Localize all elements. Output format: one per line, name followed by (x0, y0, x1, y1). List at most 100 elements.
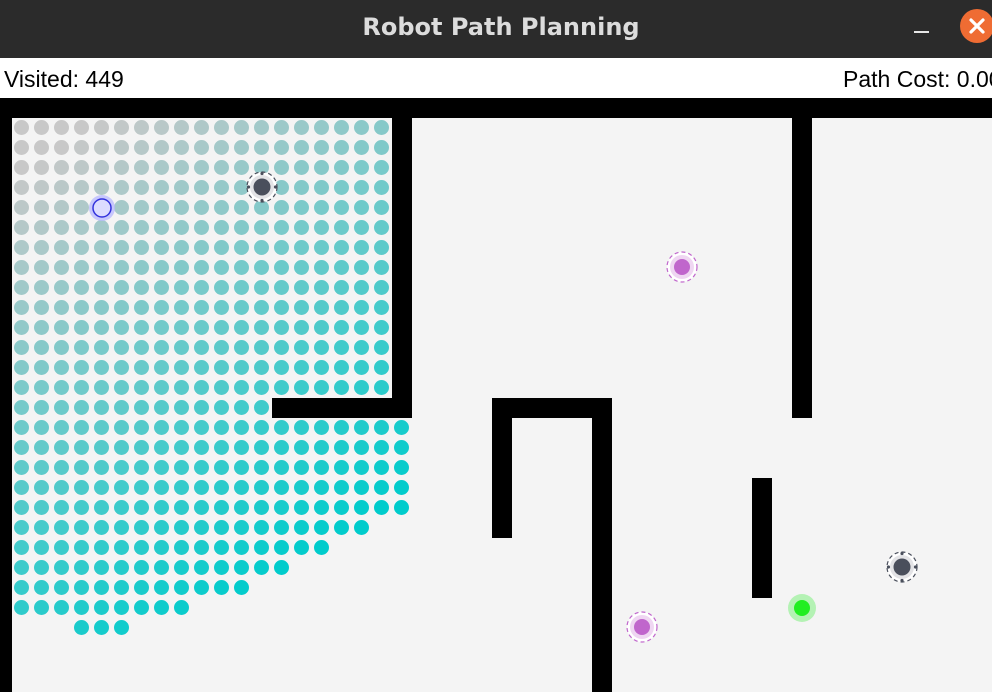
visited-node (374, 440, 389, 455)
visited-node (314, 480, 329, 495)
visited-node (174, 260, 189, 275)
visited-node (74, 460, 89, 475)
visited-node (74, 500, 89, 515)
minimize-button[interactable] (910, 14, 934, 42)
visited-node (274, 500, 289, 515)
visited-node (234, 260, 249, 275)
visited-node (54, 340, 69, 355)
wall-short-post (752, 478, 772, 598)
visited-node (114, 420, 129, 435)
visited-node (214, 320, 229, 335)
visited-node (54, 200, 69, 215)
visited-node (214, 420, 229, 435)
visited-node (134, 420, 149, 435)
visited-node (374, 300, 389, 315)
visited-node (154, 500, 169, 515)
visited-node (334, 200, 349, 215)
visited-node (114, 560, 129, 575)
visited-node (254, 520, 269, 535)
visited-node (94, 260, 109, 275)
visited-node (274, 440, 289, 455)
visited-node (114, 300, 129, 315)
visited-node (34, 140, 49, 155)
visited-node (134, 200, 149, 215)
visited-node (114, 360, 129, 375)
visited-node (214, 480, 229, 495)
visited-node (294, 240, 309, 255)
visited-node (134, 400, 149, 415)
visited-node (94, 140, 109, 155)
visited-node (354, 480, 369, 495)
visited-node (94, 400, 109, 415)
visited-node (174, 340, 189, 355)
visited-node (14, 540, 29, 555)
visited-node (394, 460, 409, 475)
visited-node (314, 140, 329, 155)
visited-node (74, 140, 89, 155)
visited-node (354, 280, 369, 295)
visited-node (154, 480, 169, 495)
visited-node (14, 520, 29, 535)
visited-node (334, 280, 349, 295)
visited-node (354, 520, 369, 535)
visited-node (174, 540, 189, 555)
visited-node (274, 540, 289, 555)
visited-node (294, 120, 309, 135)
visited-node (34, 560, 49, 575)
visited-node (114, 160, 129, 175)
visited-node (134, 120, 149, 135)
visited-node (114, 180, 129, 195)
visited-node (114, 240, 129, 255)
visited-node (114, 500, 129, 515)
visited-node (34, 180, 49, 195)
visited-node (314, 280, 329, 295)
map-canvas[interactable] (0, 98, 992, 692)
visited-node (294, 500, 309, 515)
visited-count: Visited: 449 (4, 66, 124, 92)
visited-node (334, 500, 349, 515)
visited-node (374, 200, 389, 215)
visited-node (174, 360, 189, 375)
visited-node (74, 240, 89, 255)
current-node-icon (89, 195, 115, 221)
visited-node (34, 240, 49, 255)
visited-node (234, 480, 249, 495)
visited-node (114, 280, 129, 295)
visited-node (374, 360, 389, 375)
visited-node (194, 200, 209, 215)
visited-node (354, 380, 369, 395)
visited-node (274, 260, 289, 275)
visited-node (194, 360, 209, 375)
visited-node (94, 220, 109, 235)
visited-node (94, 380, 109, 395)
visited-node (374, 160, 389, 175)
visited-node (194, 500, 209, 515)
visited-node (354, 340, 369, 355)
visited-node (94, 500, 109, 515)
visited-node (74, 300, 89, 315)
visited-node (114, 260, 129, 275)
visited-node (114, 600, 129, 615)
visited-node (274, 520, 289, 535)
visited-node (34, 160, 49, 175)
visited-node (94, 540, 109, 555)
visited-node (394, 420, 409, 435)
visited-node (114, 120, 129, 135)
visited-node (54, 320, 69, 335)
visited-node (174, 560, 189, 575)
visited-node (14, 280, 29, 295)
visited-node (114, 540, 129, 555)
visited-node (254, 500, 269, 515)
visited-node (134, 600, 149, 615)
visited-node (154, 320, 169, 335)
visited-node (254, 380, 269, 395)
visited-node (94, 420, 109, 435)
visited-node (214, 220, 229, 235)
close-button[interactable] (960, 9, 992, 43)
visited-node (74, 220, 89, 235)
visited-node (34, 300, 49, 315)
wall-divider-right (792, 118, 812, 418)
visited-node (334, 300, 349, 315)
minimize-icon (914, 31, 929, 33)
visited-node (34, 520, 49, 535)
